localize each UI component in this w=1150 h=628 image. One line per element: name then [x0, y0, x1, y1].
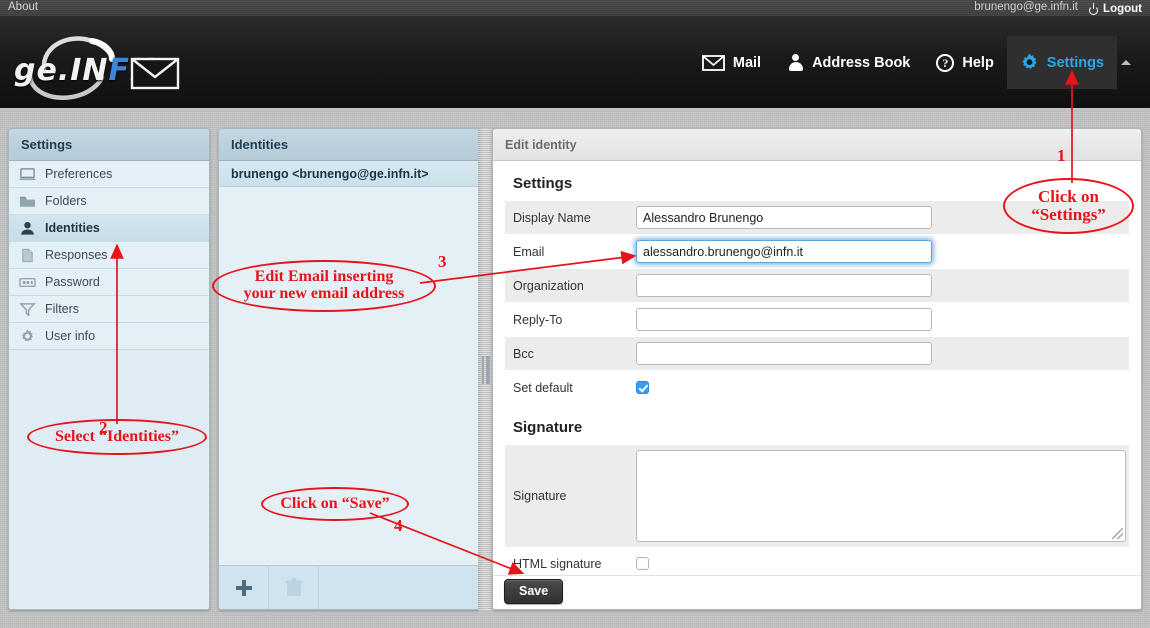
- signature-textarea[interactable]: [636, 450, 1126, 542]
- sidebar-item-filters[interactable]: Filters: [9, 296, 209, 323]
- settings-section-list: Preferences Folders Identities Responses…: [9, 161, 209, 350]
- nav-item-address-book[interactable]: Address Book: [774, 36, 923, 89]
- label-display-name: Display Name: [513, 210, 591, 225]
- logo: ge.INFN: [8, 29, 188, 101]
- main-navigation: Mail Address Book ? Help Settings: [689, 36, 1134, 89]
- sidebar-item-preferences[interactable]: Preferences: [9, 161, 209, 188]
- sidebar-item-folders[interactable]: Folders: [9, 188, 209, 215]
- logout-button[interactable]: Logout: [1088, 0, 1142, 17]
- identities-toolbar: [219, 565, 479, 609]
- logo-text-pre: ge.IN: [14, 53, 109, 88]
- sidebar-label-user-info: User info: [45, 329, 96, 343]
- edit-identity-title: Edit identity: [493, 129, 1141, 161]
- sidebar-item-password[interactable]: Password: [9, 269, 209, 296]
- top-utility-bar: About brunengo@ge.infn.it Logout: [0, 0, 1150, 17]
- sidebar-label-filters: Filters: [45, 302, 80, 316]
- sidebar-label-identities: Identities: [45, 221, 100, 235]
- sidebar-item-user-info[interactable]: User info: [9, 323, 209, 350]
- nav-label-help: Help: [962, 54, 994, 71]
- identities-list-body: [219, 187, 479, 566]
- gear-icon: [1020, 53, 1039, 72]
- bcc-input[interactable]: [636, 342, 932, 365]
- settings-sidebar: Settings Preferences Folders Identities …: [8, 128, 210, 610]
- identity-list-item[interactable]: brunengo <brunengo@ge.infn.it>: [219, 161, 479, 187]
- identities-panel: Identities brunengo <brunengo@ge.infn.it…: [218, 128, 480, 610]
- form-row-reply-to: Reply-To: [505, 303, 1129, 337]
- question-mark-icon: ?: [936, 53, 955, 72]
- form-row-signature: Signature: [505, 445, 1129, 547]
- set-default-checkbox[interactable]: [636, 381, 649, 394]
- logout-label: Logout: [1103, 2, 1142, 15]
- mail-icon: [701, 54, 725, 71]
- nav-item-mail[interactable]: Mail: [689, 36, 774, 89]
- display-name-input[interactable]: [636, 206, 932, 229]
- app-header: ge.INFN Mail Address Book ? Help: [0, 17, 1150, 108]
- resize-handle-icon[interactable]: [1112, 528, 1123, 539]
- label-signature: Signature: [513, 489, 567, 503]
- label-bcc: Bcc: [513, 346, 534, 361]
- sidebar-label-preferences: Preferences: [45, 167, 113, 181]
- delete-identity-button[interactable]: [269, 566, 319, 609]
- form-row-display-name: Display Name: [505, 201, 1129, 235]
- sidebar-label-folders: Folders: [45, 194, 87, 208]
- nav-label-settings: Settings: [1046, 54, 1104, 71]
- nav-item-help[interactable]: ? Help: [923, 36, 1006, 89]
- trash-icon: [285, 577, 302, 596]
- power-icon: [1088, 3, 1099, 15]
- form-row-email: Email: [505, 235, 1129, 269]
- sidebar-label-password: Password: [45, 275, 100, 289]
- envelope-icon: [130, 57, 180, 90]
- label-organization: Organization: [513, 278, 584, 293]
- html-signature-checkbox[interactable]: [636, 557, 649, 570]
- settings-section-heading: Settings: [513, 175, 573, 192]
- sidebar-title: Settings: [9, 129, 209, 161]
- laptop-icon: [19, 167, 36, 182]
- save-button[interactable]: Save: [504, 579, 564, 604]
- label-html-signature: HTML signature: [513, 556, 602, 571]
- add-identity-button[interactable]: [219, 566, 269, 609]
- email-input[interactable]: [636, 240, 932, 263]
- plus-icon: [235, 579, 252, 596]
- label-reply-to: Reply-To: [513, 312, 563, 327]
- application-window: About brunengo@ge.infn.it Logout ge.INFN: [0, 0, 1150, 628]
- form-row-html-signature: HTML signature: [505, 547, 1129, 576]
- funnel-icon: [19, 302, 36, 317]
- identities-title: Identities: [219, 129, 479, 161]
- organization-input[interactable]: [636, 274, 932, 297]
- label-set-default: Set default: [513, 380, 573, 395]
- identity-form: Settings Display Name Email Organization…: [493, 161, 1141, 576]
- sidebar-label-responses: Responses: [45, 248, 108, 262]
- keypad-icon: [19, 275, 36, 290]
- form-row-bcc: Bcc: [505, 337, 1129, 371]
- nav-label-mail: Mail: [732, 54, 762, 71]
- form-row-organization: Organization: [505, 269, 1129, 303]
- folder-icon: [19, 194, 36, 209]
- gear-icon: [19, 329, 36, 344]
- label-email: Email: [513, 244, 545, 259]
- current-user-email: brunengo@ge.infn.it: [974, 1, 1078, 13]
- document-icon: [19, 248, 36, 263]
- signature-section-heading: Signature: [513, 419, 583, 436]
- about-link[interactable]: About: [8, 1, 38, 13]
- sidebar-item-identities[interactable]: Identities: [9, 215, 209, 242]
- edit-identity-panel: Edit identity Settings Display Name Emai…: [492, 128, 1142, 610]
- sidebar-item-responses[interactable]: Responses: [9, 242, 209, 269]
- form-footer: Save: [493, 575, 1141, 609]
- splitter-grip-icon: [482, 356, 490, 384]
- nav-label-address-book: Address Book: [812, 54, 911, 71]
- reply-to-input[interactable]: [636, 308, 932, 331]
- nav-item-settings[interactable]: Settings: [1006, 36, 1117, 89]
- person-icon: [19, 221, 36, 236]
- form-row-set-default: Set default: [505, 371, 1129, 405]
- logo-text-accent: F: [108, 53, 130, 88]
- chevron-up-icon[interactable]: [1117, 36, 1134, 89]
- person-icon: [787, 54, 804, 71]
